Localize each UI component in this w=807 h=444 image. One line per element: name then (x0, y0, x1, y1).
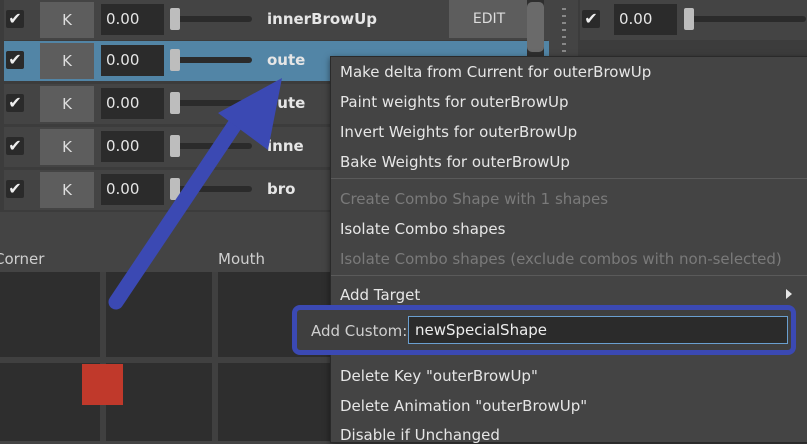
add-custom-label: Add Custom: (311, 322, 408, 340)
weight-slider-handle[interactable] (170, 49, 180, 71)
target-name: innerBrowUp (267, 10, 377, 28)
enable-checkbox[interactable]: ✔ (6, 180, 24, 198)
enable-checkbox[interactable]: ✔ (6, 94, 24, 112)
grid-cell[interactable] (106, 272, 212, 357)
key-button[interactable]: K (40, 86, 94, 122)
weight-slider-track[interactable] (172, 186, 252, 192)
weight-slider-handle[interactable] (170, 8, 180, 30)
menu-item-create-combo: Create Combo Shape with 1 shapes (340, 190, 609, 208)
menu-item-make-delta[interactable]: Make delta from Current for outerBrowUp (340, 63, 651, 81)
grid-cell[interactable] (218, 363, 330, 441)
menu-item-delete-key[interactable]: Delete Key "outerBrowUp" (340, 367, 538, 385)
menu-item-disable-if-unchanged[interactable]: Disable if Unchanged (340, 426, 500, 444)
menu-item-delete-animation[interactable]: Delete Animation "outerBrowUp" (340, 397, 587, 415)
menu-separator (331, 275, 807, 276)
weight-slider-handle[interactable] (170, 135, 180, 157)
blendshape-row[interactable]: ✔ K 0.00 innerBrowUp EDIT (4, 0, 549, 40)
key-button[interactable]: K (40, 2, 94, 38)
weight-value-field[interactable]: 0.00 (101, 174, 164, 205)
edit-button[interactable]: EDIT (449, 0, 529, 38)
weight-value-field[interactable]: 0.00 (101, 4, 164, 35)
key-button[interactable]: K (40, 43, 94, 79)
menu-item-add-target[interactable]: Add Target (340, 286, 420, 304)
weight-slider-handle[interactable] (684, 8, 694, 30)
section-label-corner: Corner (0, 250, 45, 268)
weight-slider-track[interactable] (172, 16, 252, 22)
menu-item-isolate-combo[interactable]: Isolate Combo shapes (340, 220, 505, 238)
weight-value-field[interactable]: 0.00 (101, 131, 164, 162)
weight-slider-handle[interactable] (170, 92, 180, 114)
menu-item-paint-weights[interactable]: Paint weights for outerBrowUp (340, 93, 568, 111)
add-custom-row: Add Custom: (292, 305, 796, 355)
enable-checkbox[interactable]: ✔ (6, 51, 24, 69)
target-name: bro (267, 180, 296, 198)
menu-separator (331, 178, 807, 179)
add-custom-input[interactable] (408, 316, 788, 344)
weight-slider-track[interactable] (172, 100, 252, 106)
weight-slider-handle[interactable] (170, 178, 180, 200)
target-name: oute (267, 94, 306, 112)
target-name: inne (267, 137, 304, 155)
enable-checkbox[interactable]: ✔ (6, 137, 24, 155)
blendshape-row[interactable]: ✔ 0.00 (580, 0, 807, 40)
grid-cell[interactable] (0, 272, 100, 357)
selection-marker[interactable] (82, 364, 123, 405)
key-button[interactable]: K (40, 172, 94, 208)
weight-slider-track[interactable] (172, 143, 252, 149)
submenu-arrow-icon (786, 289, 792, 299)
enable-checkbox[interactable]: ✔ (582, 10, 600, 28)
menu-item-invert-weights[interactable]: Invert Weights for outerBrowUp (340, 123, 577, 141)
enable-checkbox[interactable]: ✔ (6, 10, 24, 28)
menu-item-bake-weights[interactable]: Bake Weights for outerBrowUp (340, 153, 570, 171)
key-button[interactable]: K (40, 129, 94, 165)
weight-slider-track[interactable] (686, 16, 806, 22)
context-menu: Make delta from Current for outerBrowUp … (330, 56, 807, 444)
menu-item-isolate-combo-exclude: Isolate Combo shapes (exclude combos wit… (340, 250, 782, 268)
weight-value-field[interactable]: 0.00 (614, 4, 677, 35)
weight-value-field[interactable]: 0.00 (101, 45, 164, 76)
section-label-mouth: Mouth (218, 250, 266, 268)
target-name: oute (267, 51, 306, 69)
scrollbar-thumb[interactable] (527, 2, 544, 52)
shape-grid (0, 272, 330, 441)
weight-slider-track[interactable] (172, 57, 252, 63)
weight-value-field[interactable]: 0.00 (101, 88, 164, 119)
